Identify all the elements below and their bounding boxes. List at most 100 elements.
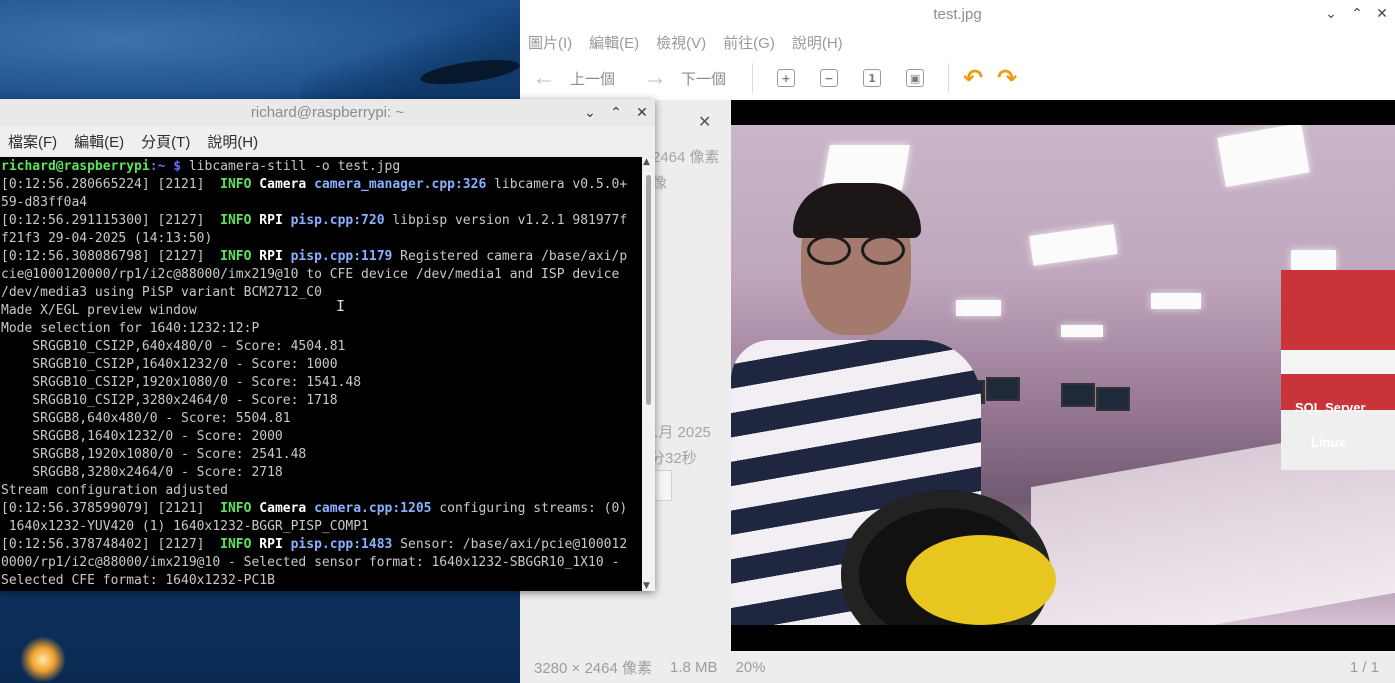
panel-close-icon[interactable]: ✕ — [698, 112, 711, 131]
close-icon[interactable]: ✕ — [1372, 4, 1392, 24]
viewer-title: test.jpg — [933, 5, 982, 23]
minimize-icon[interactable]: ⌄ — [1321, 4, 1341, 24]
monitor — [986, 377, 1020, 401]
menu-view[interactable]: 檢視(V) — [656, 32, 706, 53]
log-timestamp: [0:12:56.291115300] [2127] — [1, 213, 221, 228]
line-text: 1640x1232-YUV420 (1) 1640x1232-BGGR_PISP… — [1, 519, 369, 534]
minimize-icon[interactable]: ⌄ — [580, 103, 600, 123]
prompt-command: libcamera-still -o test.jpg — [181, 159, 401, 174]
log-message: configuring streams: (0) — [431, 501, 628, 516]
line-text: SRGGB8,3280x2464/0 - Score: 2718 — [1, 465, 283, 480]
book-title-sql: SQL Server — [1295, 400, 1366, 415]
log-level: INFO — [220, 177, 252, 192]
line-text: cie@1000120000/rp1/i2c@88000/imx219@10 t… — [1, 267, 620, 282]
log-timestamp: [0:12:56.280665224] [2121] — [1, 177, 221, 192]
log-source: pisp.cpp:1483 — [290, 537, 393, 552]
scroll-up-icon[interactable]: ▲ — [643, 157, 650, 167]
person-hair — [793, 183, 921, 238]
next-label: 下一個 — [681, 70, 727, 88]
log-message: libcamera v0.5.0+ — [486, 177, 628, 192]
log-source: camera_manager.cpp:326 — [314, 177, 487, 192]
menu-help[interactable]: 說明(H) — [792, 32, 843, 53]
close-icon[interactable]: ✕ — [632, 103, 652, 123]
status-pages: 1 / 1 — [1349, 658, 1379, 676]
terminal-line: 59-d83ff0a4 — [1, 194, 642, 212]
log-timestamp: [0:12:56.378748402] [2127] — [1, 537, 221, 552]
viewer-menubar: 圖片(I) 編輯(E) 檢視(V) 前往(G) 說明(H) — [520, 28, 1395, 56]
viewer-statusbar: 3280 × 2464 像素 1.8 MB 20% 1 / 1 — [520, 651, 1395, 683]
scroll-down-icon[interactable]: ▼ — [643, 581, 650, 591]
line-text: /dev/media3 using PiSP variant BCM2712_C… — [1, 285, 322, 300]
arrow-right-icon: → — [643, 64, 668, 91]
info-dimensions-fragment: 2464 像素 — [652, 149, 720, 166]
menu-help[interactable]: 說明(H) — [207, 131, 258, 152]
rotate-left-icon[interactable]: ↶ — [963, 66, 983, 90]
photo-canvas[interactable]: SQL Server Linux — [731, 100, 1395, 651]
maximize-icon[interactable]: ⌃ — [1347, 4, 1367, 24]
zoom-original-icon[interactable]: 1 — [863, 69, 882, 87]
arrow-left-icon: ← — [532, 64, 556, 91]
previous-label: 上一個 — [570, 70, 616, 88]
viewer-titlebar[interactable]: test.jpg ⌄ ⌃ ✕ — [520, 0, 1395, 28]
menu-edit[interactable]: 編輯(E) — [74, 131, 124, 152]
line-text: SRGGB10_CSI2P,1920x1080/0 - Score: 1541.… — [1, 375, 362, 390]
info-date-fragment: 1月 2025 — [650, 424, 711, 441]
log-source: pisp.cpp:720 — [290, 213, 385, 228]
log-timestamp: [0:12:56.378599079] [2121] — [1, 501, 221, 516]
zoom-fit-icon[interactable]: ▣ — [906, 69, 925, 87]
rotate-right-icon[interactable]: ↷ — [997, 66, 1017, 90]
wallpaper-hill — [300, 0, 540, 100]
terminal-line: [0:12:56.378748402] [2127] INFO RPI pisp… — [1, 536, 642, 554]
terminal-line: Mode selection for 1640:1232:12:P — [1, 320, 642, 338]
log-level: INFO — [220, 537, 252, 552]
menu-tabs[interactable]: 分頁(T) — [141, 131, 190, 152]
status-zoom: 20% — [735, 658, 766, 676]
terminal-window: richard@raspberrypi: ~ ⌄ ⌃ ✕ 檔案(F) 編輯(E)… — [0, 99, 655, 591]
terminal-line: Made X/EGL preview window — [1, 302, 642, 320]
menu-image[interactable]: 圖片(I) — [528, 32, 572, 53]
toolbar-separator — [948, 63, 950, 93]
terminal-line: cie@1000120000/rp1/i2c@88000/imx219@10 t… — [1, 266, 642, 284]
maximize-icon[interactable]: ⌃ — [606, 103, 626, 123]
log-source: camera.cpp:1205 — [314, 501, 432, 516]
toolbar-separator — [752, 63, 754, 93]
log-level: INFO — [220, 501, 252, 516]
book-stack: SQL Server Linux — [1281, 270, 1395, 470]
person-glasses — [805, 235, 915, 265]
terminal-line: [0:12:56.280665224] [2121] INFO Camera c… — [1, 176, 642, 194]
log-message: Sensor: /base/axi/pcie@100012 — [392, 537, 628, 552]
monitor — [1096, 387, 1130, 411]
prompt-line: richard@raspberrypi:~ $ libcamera-still … — [1, 158, 642, 176]
ceiling-light — [1291, 250, 1336, 270]
line-text: SRGGB8,1920x1080/0 - Score: 2541.48 — [1, 447, 307, 462]
terminal-line: Selected CFE format: 1640x1232-PC1B — [1, 572, 642, 590]
terminal-line: SRGGB10_CSI2P,1920x1080/0 - Score: 1541.… — [1, 374, 642, 392]
line-text: SRGGB10_CSI2P,640x480/0 - Score: 4504.81 — [1, 339, 346, 354]
line-text: Mode selection for 1640:1232:12:P — [1, 321, 260, 336]
next-button[interactable]: → 下一個 — [643, 66, 726, 90]
terminal-output[interactable]: richard@raspberrypi:~ $ libcamera-still … — [0, 157, 642, 591]
line-text: SRGGB8,1640x1232/0 - Score: 2000 — [1, 429, 283, 444]
menu-edit[interactable]: 編輯(E) — [589, 32, 639, 53]
log-component: RPI — [251, 213, 291, 228]
terminal-line: 0000/rp1/i2c@88000/imx219@10 - Selected … — [1, 554, 642, 572]
menu-go[interactable]: 前往(G) — [723, 32, 775, 53]
ceiling-light — [1151, 293, 1201, 309]
terminal-line: SRGGB10_CSI2P,3280x2464/0 - Score: 1718 — [1, 392, 642, 410]
terminal-scrollbar[interactable]: ▲ ▼ — [642, 157, 655, 591]
monitor — [1061, 383, 1095, 407]
line-text: Selected CFE format: 1640x1232-PC1B — [1, 573, 275, 588]
menu-file[interactable]: 檔案(F) — [8, 131, 57, 152]
log-level: INFO — [220, 213, 252, 228]
zoom-in-icon[interactable]: + — [777, 69, 796, 87]
terminal-titlebar[interactable]: richard@raspberrypi: ~ ⌄ ⌃ ✕ — [0, 99, 655, 126]
zoom-out-icon[interactable]: − — [820, 69, 839, 87]
viewer-toolbar: ← 上一個 → 下一個 + − 1 ▣ ↶ ↷ — [520, 56, 1395, 100]
log-timestamp: [0:12:56.308086798] [2127] — [1, 249, 221, 264]
scrollbar-thumb[interactable] — [646, 175, 651, 405]
log-message: libpisp version v1.2.1 981977f — [384, 213, 628, 228]
log-source: pisp.cpp:1179 — [290, 249, 393, 264]
robot-hub — [906, 535, 1056, 625]
previous-button[interactable]: ← 上一個 — [532, 66, 615, 90]
line-text: SRGGB8,640x480/0 - Score: 5504.81 — [1, 411, 291, 426]
